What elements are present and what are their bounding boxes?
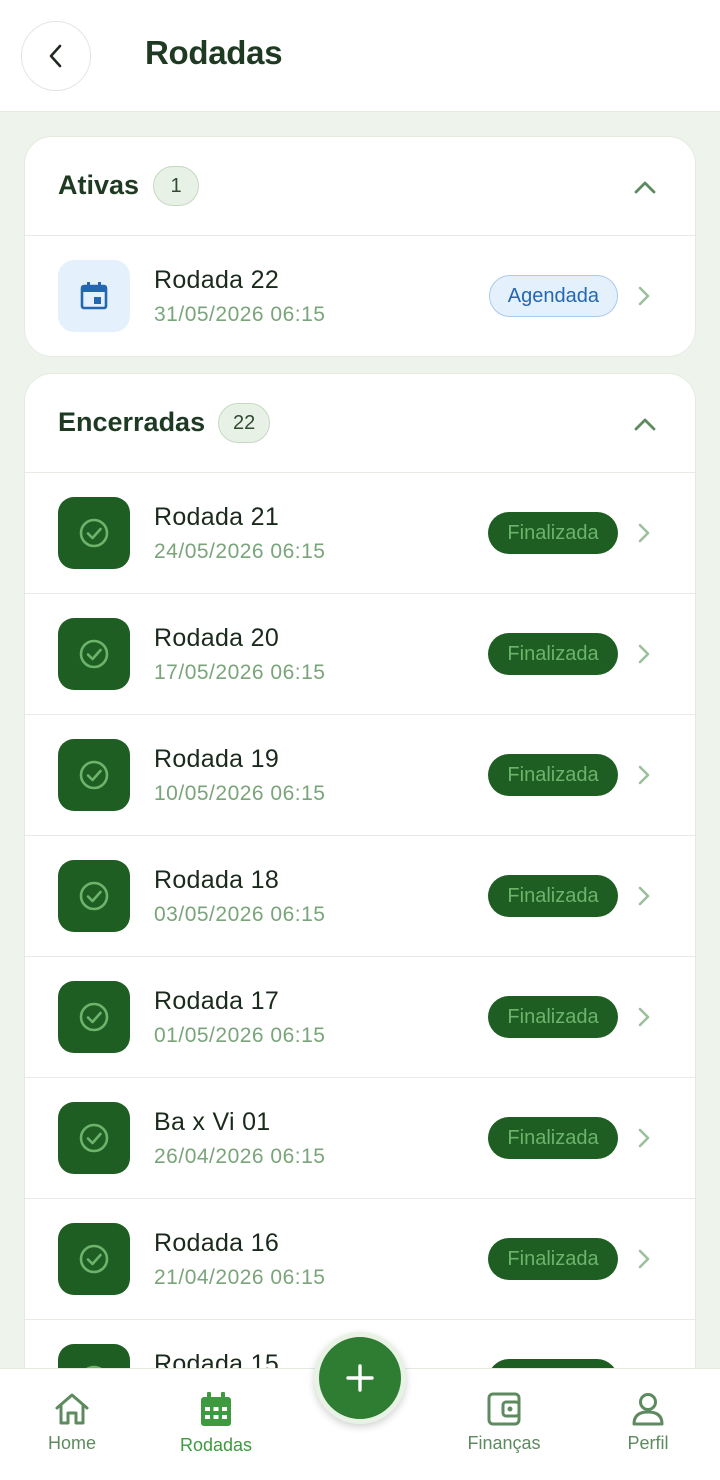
chevron-right-icon — [635, 642, 653, 666]
status-badge: Finalizada — [488, 512, 618, 554]
round-row[interactable]: Rodada 19 10/05/2026 06:15 Finalizada — [25, 715, 695, 836]
rounds-content[interactable]: Ativas 1 Rodada 22 31/05/2026 06:15 Agen… — [0, 112, 720, 1368]
top-app-bar: Rodadas — [0, 0, 720, 112]
calendar-icon — [58, 260, 130, 332]
check-circle-icon — [58, 1223, 130, 1295]
active-section-title: Ativas — [58, 170, 140, 200]
round-name: Rodada 21 — [154, 503, 280, 531]
chevron-right-icon — [635, 1126, 653, 1150]
round-name: Rodada 20 — [154, 624, 280, 652]
round-name: Rodada 18 — [154, 866, 280, 894]
chevron-left-icon — [49, 44, 62, 68]
collapse-closed-button[interactable] — [631, 410, 659, 438]
closed-section-title: Encerradas — [58, 407, 206, 437]
round-name: Rodada 17 — [154, 987, 280, 1015]
round-name: Rodada 15 — [154, 1350, 280, 1368]
check-circle-icon — [58, 1102, 130, 1174]
back-button[interactable] — [21, 21, 91, 91]
round-row[interactable]: Rodada 22 31/05/2026 06:15 Agendada — [25, 236, 695, 356]
home-icon — [55, 1393, 89, 1425]
wallet-icon — [487, 1392, 521, 1426]
check-circle-icon — [58, 497, 130, 569]
round-row[interactable]: Rodada 21 24/05/2026 06:15 Finalizada — [25, 473, 695, 594]
status-badge: Finalizada — [488, 996, 618, 1038]
chevron-right-icon — [635, 1005, 653, 1029]
round-name: Ba x Vi 01 — [154, 1108, 271, 1136]
status-badge: Finalizada — [488, 1117, 618, 1159]
round-row[interactable]: Rodada 16 21/04/2026 06:15 Finalizada — [25, 1199, 695, 1320]
add-round-button[interactable] — [314, 1332, 406, 1424]
round-date: 17/05/2026 06:15 — [154, 661, 326, 684]
active-section-header[interactable]: Ativas 1 — [25, 137, 695, 236]
active-rounds-section: Ativas 1 Rodada 22 31/05/2026 06:15 Agen… — [24, 136, 696, 357]
status-badge: Finalizada — [488, 875, 618, 917]
round-date: 26/04/2026 06:15 — [154, 1145, 326, 1168]
nav-profile[interactable]: Perfil — [583, 1391, 713, 1454]
round-date: 10/05/2026 06:15 — [154, 782, 326, 805]
collapse-active-button[interactable] — [631, 173, 659, 201]
status-badge: Finalizada — [488, 754, 618, 796]
closed-rounds-section: Encerradas 22 Rodada 21 24/05/2026 06:15… — [24, 373, 696, 1368]
nav-finances[interactable]: Finanças — [439, 1391, 569, 1454]
round-date: 03/05/2026 06:15 — [154, 903, 326, 926]
plus-icon — [346, 1364, 374, 1392]
chevron-right-icon — [635, 521, 653, 545]
round-row[interactable]: Rodada 18 03/05/2026 06:15 Finalizada — [25, 836, 695, 957]
nav-rounds[interactable]: Rodadas — [151, 1391, 281, 1456]
chevron-up-icon — [634, 418, 656, 431]
closed-count-badge: 22 — [218, 403, 271, 443]
status-badge: Finalizada — [488, 633, 618, 675]
round-row[interactable]: Rodada 17 01/05/2026 06:15 Finalizada — [25, 957, 695, 1078]
round-name: Rodada 16 — [154, 1229, 280, 1257]
person-icon — [632, 1393, 664, 1426]
rounds-screen: Rodadas Ativas 1 Rodada 22 31/05/2026 06… — [0, 0, 720, 1480]
nav-home[interactable]: Home — [7, 1391, 137, 1454]
round-date: 31/05/2026 06:15 — [154, 303, 326, 326]
status-badge — [488, 1359, 618, 1368]
chevron-right-icon — [635, 884, 653, 908]
round-row[interactable]: Rodada 20 17/05/2026 06:15 Finalizada — [25, 594, 695, 715]
chevron-right-icon — [635, 1247, 653, 1271]
closed-section-header[interactable]: Encerradas 22 — [25, 374, 695, 473]
check-circle-icon — [58, 981, 130, 1053]
status-badge: Agendada — [488, 275, 618, 317]
nav-rounds-label: Rodadas — [179, 1435, 253, 1455]
chevron-right-icon — [635, 284, 653, 308]
status-badge: Finalizada — [488, 1238, 618, 1280]
round-date: 01/05/2026 06:15 — [154, 1024, 326, 1047]
check-circle-icon — [58, 860, 130, 932]
round-name: Rodada 22 — [154, 266, 280, 294]
check-circle-icon — [58, 739, 130, 811]
active-count-badge: 1 — [153, 166, 199, 206]
check-circle-icon — [58, 1344, 130, 1368]
chevron-up-icon — [634, 181, 656, 194]
round-date: 21/04/2026 06:15 — [154, 1266, 326, 1289]
nav-home-label: Home — [47, 1433, 96, 1453]
round-row[interactable]: Ba x Vi 01 26/04/2026 06:15 Finalizada — [25, 1078, 695, 1199]
check-circle-icon — [58, 618, 130, 690]
nav-finances-label: Finanças — [467, 1433, 541, 1453]
page-title: Rodadas — [145, 34, 283, 71]
chevron-right-icon — [635, 763, 653, 787]
round-date: 24/05/2026 06:15 — [154, 540, 326, 563]
nav-profile-label: Perfil — [627, 1433, 669, 1453]
calendar-icon — [201, 1392, 231, 1426]
round-name: Rodada 19 — [154, 745, 280, 773]
